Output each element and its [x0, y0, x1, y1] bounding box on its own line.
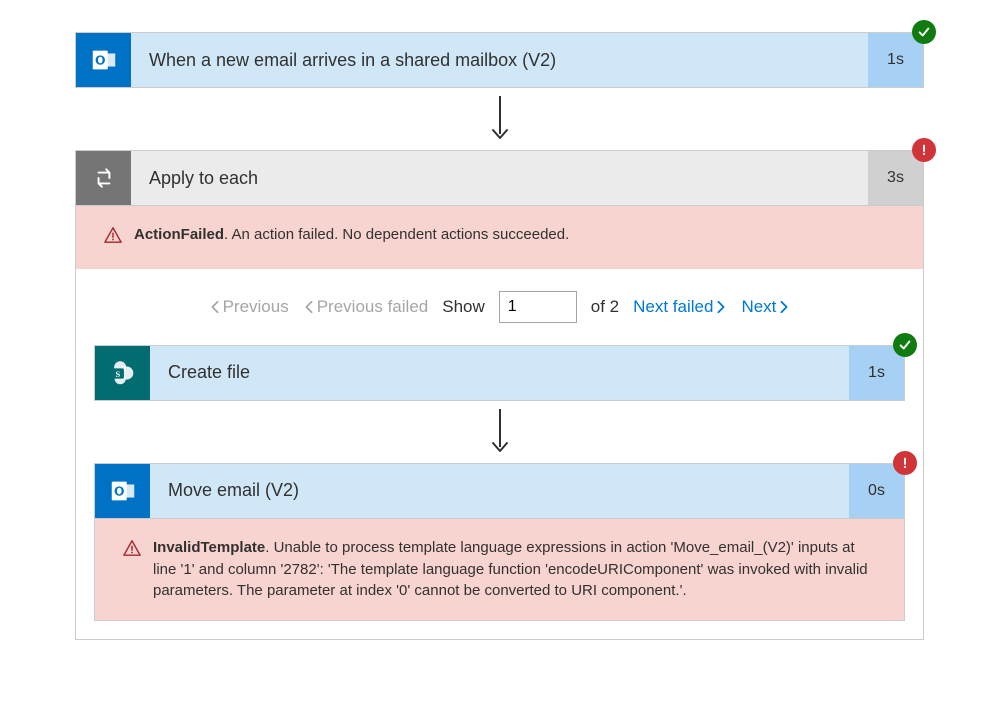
svg-text:S: S [115, 369, 120, 379]
chevron-left-icon [209, 300, 221, 314]
iteration-pager: Previous Previous failed Show of 2 Next … [76, 269, 923, 345]
checkmark-icon [912, 20, 936, 44]
arrow-down-icon [94, 401, 905, 463]
next-button[interactable]: Next [741, 297, 790, 317]
warning-icon [104, 226, 122, 251]
arrow-down-icon [75, 88, 924, 150]
loop-icon [76, 151, 131, 205]
loop-title: Apply to each [131, 151, 868, 205]
loop-card[interactable]: Apply to each 3s [75, 150, 924, 206]
checkmark-icon [893, 333, 917, 357]
loop-error-text: ActionFailed. An action failed. No depen… [134, 224, 569, 246]
trigger-duration: 1s [868, 33, 923, 87]
show-label: Show [442, 297, 485, 317]
create-file-card[interactable]: S Create file 1s [94, 345, 905, 401]
move-email-error-text: InvalidTemplate. Unable to process templ… [153, 537, 876, 602]
sharepoint-icon: S [95, 346, 150, 400]
iteration-input[interactable] [499, 291, 577, 323]
move-email-duration: 0s [849, 464, 904, 518]
previous-failed-button[interactable]: Previous failed [303, 297, 429, 317]
previous-button[interactable]: Previous [209, 297, 289, 317]
move-email-card[interactable]: Move email (V2) 0s [94, 463, 905, 519]
error-icon [912, 138, 936, 162]
move-email-title: Move email (V2) [150, 464, 849, 518]
loop-error-banner: ActionFailed. An action failed. No depen… [76, 206, 923, 269]
chevron-right-icon [778, 300, 790, 314]
loop-duration: 3s [868, 151, 923, 205]
trigger-title: When a new email arrives in a shared mai… [131, 33, 868, 87]
next-failed-button[interactable]: Next failed [633, 297, 727, 317]
create-file-title: Create file [150, 346, 849, 400]
error-icon [893, 451, 917, 475]
warning-icon [123, 539, 141, 564]
chevron-left-icon [303, 300, 315, 314]
outlook-icon [95, 464, 150, 518]
chevron-right-icon [715, 300, 727, 314]
trigger-card[interactable]: When a new email arrives in a shared mai… [75, 32, 924, 88]
create-file-duration: 1s [849, 346, 904, 400]
outlook-icon [76, 33, 131, 87]
of-label: of 2 [591, 297, 619, 317]
move-email-error-banner: InvalidTemplate. Unable to process templ… [94, 519, 905, 621]
loop-body: ActionFailed. An action failed. No depen… [75, 206, 924, 640]
